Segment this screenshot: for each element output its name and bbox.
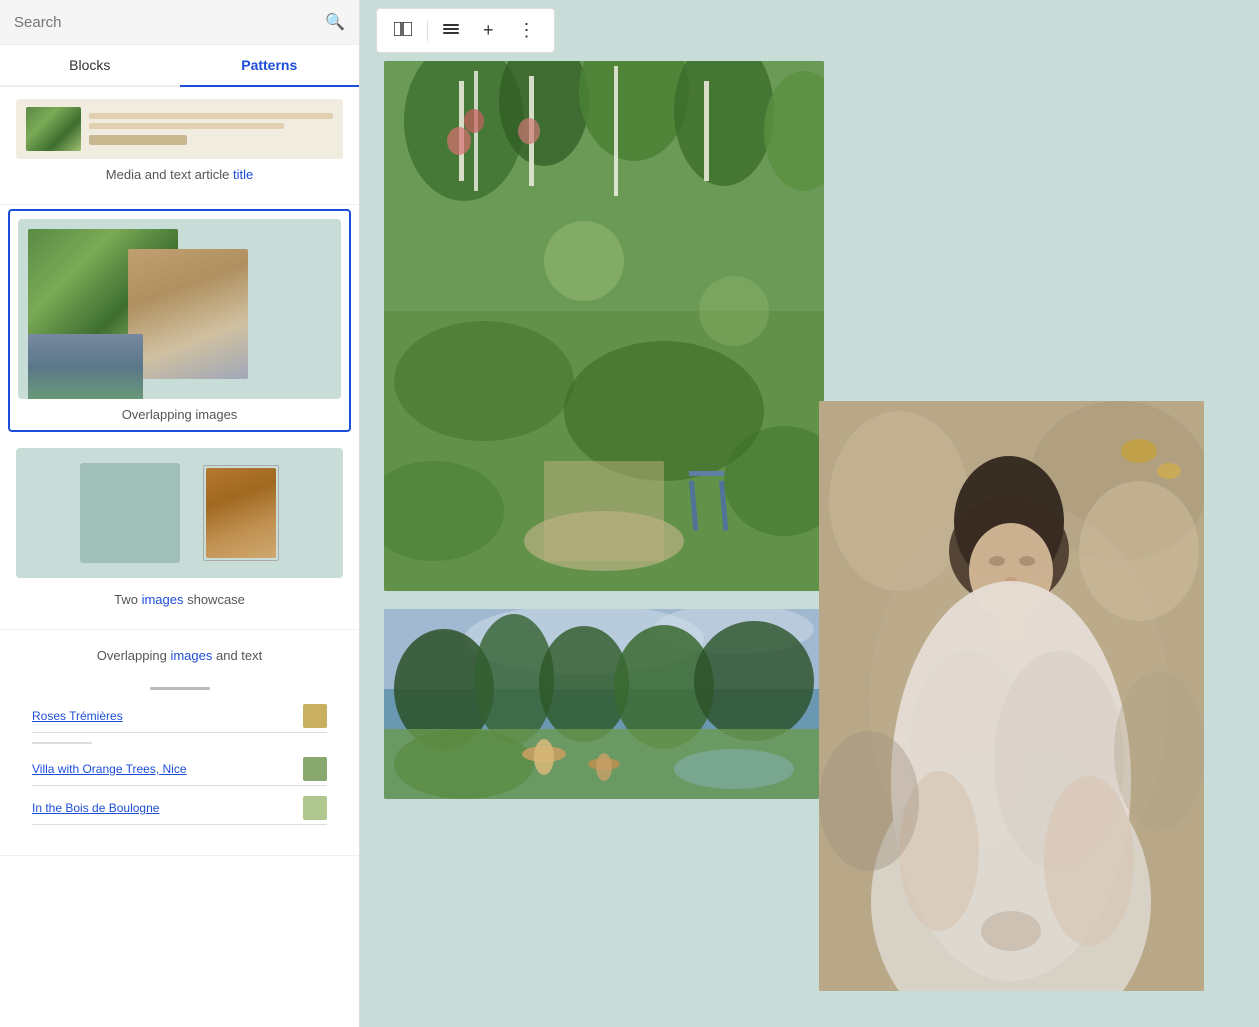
pattern-overlapping-preview — [18, 219, 341, 399]
preview-thumb-1 — [26, 107, 81, 151]
preview-title-line — [89, 135, 187, 145]
sidebar: 🔍 Blocks Patterns Media and text article… — [0, 0, 360, 1027]
sidebar-content: Media and text article title Overlapping… — [0, 87, 359, 856]
search-button[interactable]: 🔍 — [325, 12, 345, 32]
preview-list-link-1[interactable]: Roses Trémières — [32, 709, 123, 723]
preview-thumb-villa — [303, 757, 327, 781]
preview-blue-img — [28, 334, 143, 399]
search-bar: 🔍 — [0, 0, 359, 45]
garden-painting — [384, 61, 824, 591]
preview-list-row-1: Roses Trémières — [32, 700, 327, 733]
preview-list-link-2[interactable]: Villa with Orange Trees, Nice — [32, 762, 187, 776]
preview-lady-img — [206, 468, 276, 558]
pattern-media-text-link[interactable]: title — [233, 167, 253, 182]
tab-blocks[interactable]: Blocks — [0, 45, 180, 85]
preview-divider — [150, 687, 210, 690]
preview-list-row-2: Villa with Orange Trees, Nice — [32, 753, 327, 786]
block-toolbar: + ⋮ — [376, 8, 555, 53]
preview-flowers-img — [80, 463, 180, 563]
canvas-art-area — [360, 61, 1259, 961]
preview-portrait-img — [128, 249, 248, 379]
more-icon: ⋮ — [518, 20, 537, 41]
dash-button[interactable] — [432, 15, 470, 46]
pattern-media-text-label: Media and text article title — [16, 161, 343, 192]
pattern-overlap-text-label: Overlapping images and text — [16, 642, 343, 673]
toolbar-divider-1 — [427, 21, 428, 41]
pattern-two-images-link[interactable]: images — [142, 592, 184, 607]
more-options-button[interactable]: ⋮ — [507, 13, 548, 48]
preview-line — [89, 123, 284, 129]
pattern-two-images-label: Two images showcase — [16, 586, 343, 617]
search-icon: 🔍 — [325, 14, 345, 31]
add-button[interactable]: + — [472, 13, 505, 48]
portrait-painting — [819, 401, 1204, 991]
preview-thumb-bois — [303, 796, 327, 820]
pattern-overlapping-label: Overlapping images — [18, 407, 341, 422]
plus-icon: + — [483, 20, 494, 41]
preview-line — [89, 113, 333, 119]
preview-list-link-3[interactable]: In the Bois de Boulogne — [32, 801, 159, 815]
pattern-overlap-text-link[interactable]: images — [170, 648, 212, 663]
pattern-overlapping-images[interactable]: Overlapping images — [8, 209, 351, 432]
tabs: Blocks Patterns — [0, 45, 359, 87]
pattern-two-images-preview — [16, 448, 343, 578]
search-input[interactable] — [14, 14, 317, 31]
portrait-svg — [819, 401, 1204, 991]
pattern-media-text-preview — [16, 99, 343, 159]
pattern-overlap-text-preview: Roses Trémières Villa with Orange Trees,… — [16, 673, 343, 835]
pattern-overlap-text[interactable]: Overlapping images and text Roses Trémiè… — [0, 630, 359, 856]
preview-list-row-3: In the Bois de Boulogne — [32, 792, 327, 825]
main-canvas: + ⋮ — [360, 0, 1259, 1027]
landscape-svg — [384, 609, 819, 799]
preview-portrait-framed — [203, 465, 279, 561]
columns-button[interactable] — [383, 15, 423, 47]
garden-svg — [384, 61, 824, 591]
columns-icon — [394, 22, 412, 40]
dash-icon — [443, 22, 459, 39]
tab-patterns[interactable]: Patterns — [180, 45, 360, 87]
landscape-painting — [384, 609, 819, 799]
pattern-media-text[interactable]: Media and text article title — [0, 87, 359, 205]
pattern-two-images[interactable]: Two images showcase — [0, 436, 359, 630]
preview-small-divider — [32, 742, 92, 744]
preview-thumb-roses — [303, 704, 327, 728]
preview-text-block — [89, 113, 333, 145]
